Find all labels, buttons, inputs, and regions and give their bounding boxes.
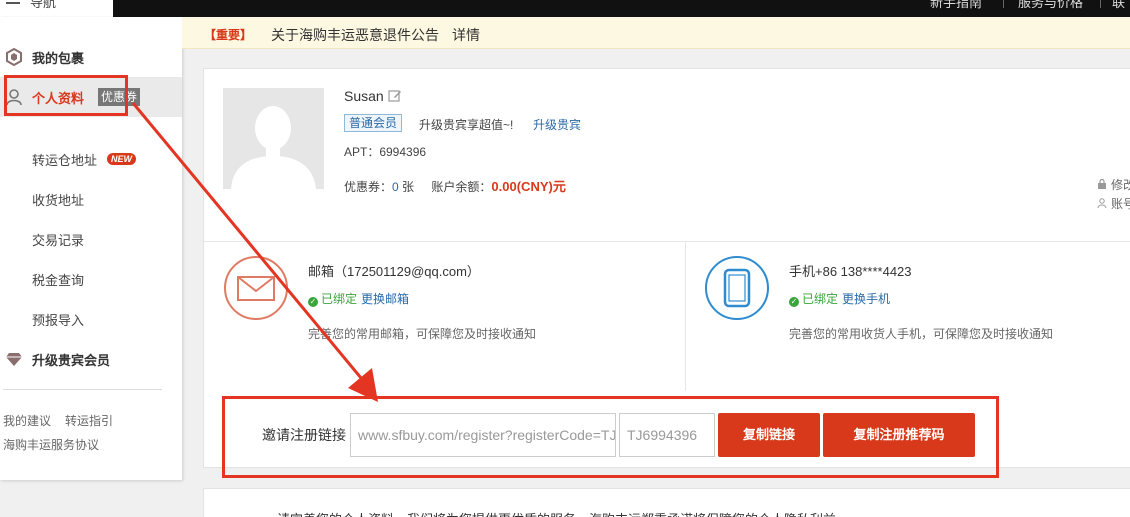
notice-tag: 【重要】 (204, 28, 253, 42)
suggestions-link[interactable]: 我的建议 (3, 412, 51, 429)
change-phone-link[interactable]: 更换手机 (842, 292, 890, 306)
email-icon (224, 256, 288, 320)
change-email-link[interactable]: 更换邮箱 (361, 292, 409, 306)
balance-label: 账户余额： (431, 180, 492, 194)
member-level-badge: 普通会员 (344, 114, 403, 132)
upgrade-text: 升级贵宾享超值~! (419, 118, 514, 132)
change-password-link[interactable]: 修改 (1097, 176, 1130, 193)
top-separator (1003, 0, 1004, 8)
upgrade-vip-link[interactable]: 升级贵宾 (533, 116, 581, 133)
apt-number: APT：6994396 (344, 145, 427, 159)
transfer-guide-link[interactable]: 转运指引 (65, 412, 113, 429)
sidebar-item-label: 收货地址 (32, 192, 85, 208)
top-separator (1100, 0, 1101, 8)
change-password-label: 修改 (1111, 178, 1130, 192)
top-link-pricing[interactable]: 服务与价格 (1018, 0, 1083, 11)
avatar-placeholder-icon (223, 88, 324, 189)
account-link[interactable]: 账号 (1097, 195, 1130, 212)
lock-icon (1098, 179, 1106, 189)
package-icon (6, 48, 22, 66)
new-badge: NEW (107, 153, 136, 165)
notice-bar: 【重要】 关于海购丰运恶意退件公告 详情 (182, 17, 1130, 49)
email-desc: 完善您的常用邮箱，可保障您及时接收通知 (308, 327, 537, 341)
user-small-icon (1097, 198, 1107, 208)
email-status-text: 已绑定 (321, 292, 358, 306)
info-text: 请完善您的个人资料，我们将为您提供更优质的服务，海购丰运郑重承诺将保障您的个人隐… (277, 509, 836, 517)
top-bar: 导航 新手指南 服务与价格 联 (0, 0, 1130, 17)
check-icon: ✓ (789, 297, 799, 307)
phone-icon (705, 256, 769, 320)
notice-detail-link[interactable]: 详情 (452, 25, 480, 45)
sidebar-item-label: 预报导入 (32, 312, 85, 328)
account-summary: 优惠券：0 张 账户余额：0.00(CNY)元 (344, 176, 566, 195)
phone-title: 手机+86 138****4423 (789, 264, 912, 279)
email-title: 邮箱（172501129@qq.com） (308, 264, 480, 279)
menu-icon[interactable] (6, 2, 20, 4)
check-icon: ✓ (308, 297, 318, 307)
balance-value: 0.00(CNY)元 (491, 179, 566, 194)
annotation-invite-box (222, 396, 999, 478)
sidebar-item-label: 我的包裹 (32, 50, 85, 66)
sidebar-item-label: 升级贵宾会员 (32, 352, 111, 368)
sidebar-item-upgrade-vip[interactable]: 升级贵宾会员 (0, 339, 182, 379)
sidebar-item-label: 交易记录 (32, 232, 85, 248)
divider (685, 241, 686, 391)
sidebar-item-pre-import[interactable]: 预报导入 (0, 299, 182, 339)
annotation-highlight-box (4, 75, 128, 116)
phone-status-text: 已绑定 (802, 292, 839, 306)
top-link-contact[interactable]: 联 (1112, 0, 1125, 11)
sidebar-item-tax-query[interactable]: 税金查询 (0, 259, 182, 299)
coupon-unit: 张 (402, 180, 415, 194)
account-label: 账号 (1111, 197, 1130, 211)
notice-message[interactable]: 关于海购丰运恶意退件公告 (271, 25, 439, 45)
coupon-count[interactable]: 0 (392, 180, 399, 194)
phone-bind-status: ✓ 已绑定 更换手机 (789, 290, 890, 307)
nav-label[interactable]: 导航 (30, 0, 56, 11)
service-agreement-link[interactable]: 海购丰运服务协议 (3, 436, 99, 453)
coupon-label: 优惠券： (344, 180, 393, 194)
sidebar-item-transactions[interactable]: 交易记录 (0, 219, 182, 259)
diamond-icon (6, 353, 22, 366)
sidebar-divider (3, 389, 162, 390)
username: Susan (344, 88, 384, 104)
top-bar-nav[interactable]: 导航 (0, 0, 113, 17)
phone-desc: 完善您的常用收货人手机，可保障您及时接收通知 (789, 327, 1054, 341)
divider (204, 241, 1130, 242)
sidebar-item-warehouse-address[interactable]: 转运仓地址 NEW (0, 139, 182, 179)
email-bind-status: ✓ 已绑定 更换邮箱 (308, 290, 409, 307)
top-link-guide[interactable]: 新手指南 (930, 0, 982, 11)
sidebar-item-my-packages[interactable]: 我的包裹 (0, 37, 182, 77)
sidebar-item-shipping-address[interactable]: 收货地址 (0, 179, 182, 219)
sidebar-item-label: 转运仓地址 (32, 152, 98, 168)
info-card: 请完善您的个人资料，我们将为您提供更优质的服务，海购丰运郑重承诺将保障您的个人隐… (203, 488, 1130, 517)
edit-icon[interactable] (388, 89, 402, 103)
sidebar-item-label: 税金查询 (32, 272, 85, 288)
avatar[interactable] (223, 88, 324, 189)
